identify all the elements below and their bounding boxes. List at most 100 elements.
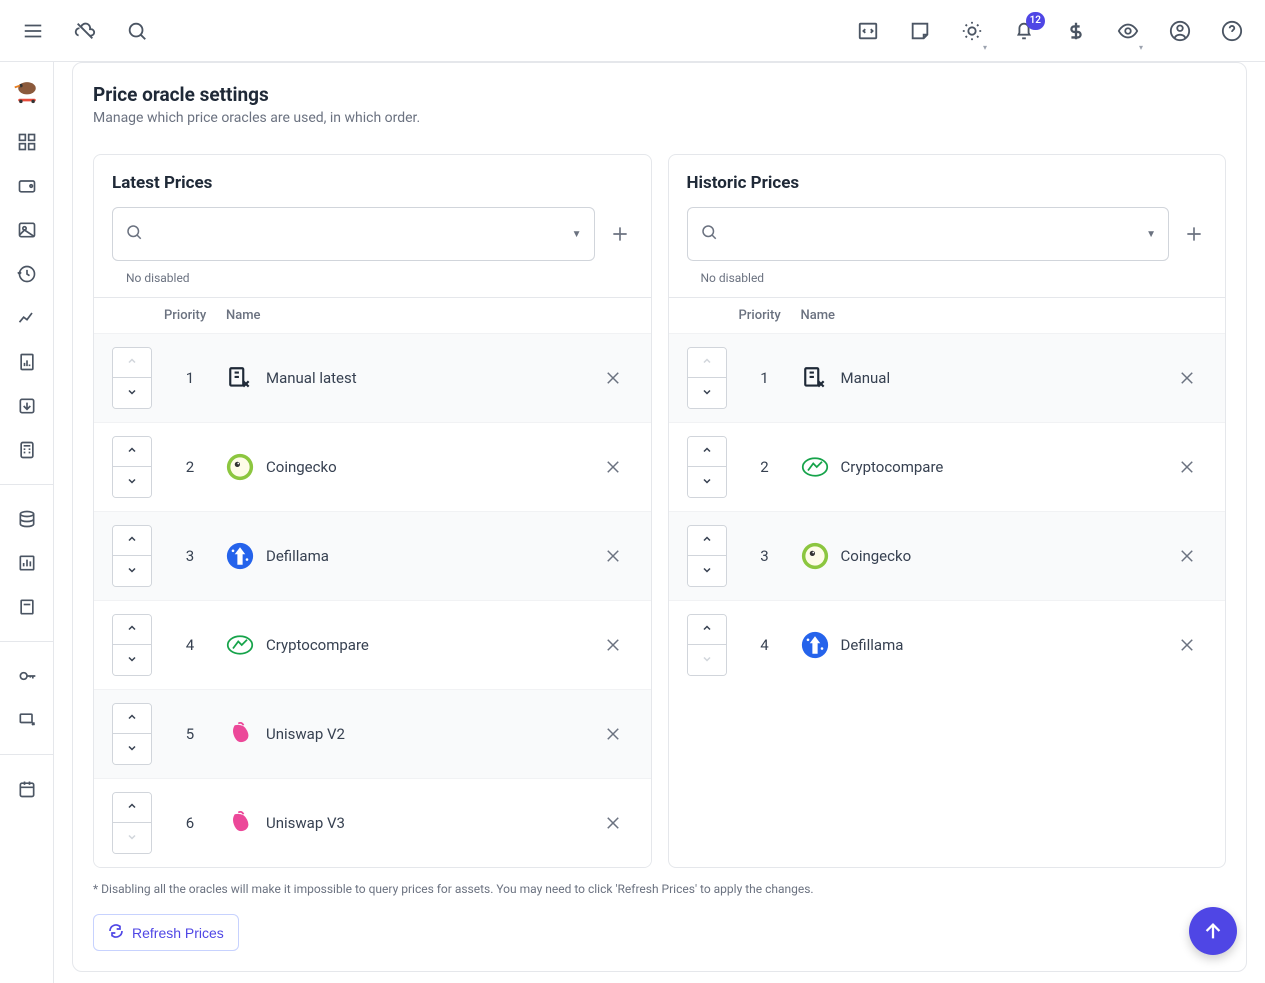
remove-oracle-button[interactable] (593, 814, 633, 832)
oracle-priority: 1 (164, 369, 216, 387)
oracle-priority: 6 (164, 814, 216, 832)
visibility-button[interactable]: ▾ (1115, 18, 1141, 44)
app-logo (13, 76, 41, 104)
move-up-button[interactable] (688, 437, 726, 467)
nav-calculator[interactable] (15, 438, 39, 462)
oracle-row: 4 Cryptocompare (94, 600, 651, 689)
nav-dashboard[interactable] (15, 130, 39, 154)
oracle-logo-icon (801, 364, 829, 392)
col-name: Name (791, 308, 1168, 323)
oracle-name: Defillama (266, 547, 329, 565)
oracle-name: Defillama (841, 636, 904, 654)
oracle-row: 5Uniswap V2 (94, 689, 651, 778)
remove-oracle-button[interactable] (593, 636, 633, 654)
move-up-button[interactable] (688, 526, 726, 556)
nav-import[interactable] (15, 394, 39, 418)
oracle-name: Cryptocompare (266, 636, 369, 654)
nav-image[interactable] (15, 218, 39, 242)
oracle-logo-icon (226, 542, 254, 570)
move-up-button[interactable] (113, 437, 151, 467)
remove-oracle-button[interactable] (1167, 547, 1207, 565)
oracle-logo-icon (801, 631, 829, 659)
oracle-name: Uniswap V2 (266, 725, 345, 743)
scroll-top-button[interactable] (1189, 907, 1237, 955)
historic-add-button[interactable] (1181, 221, 1207, 247)
move-down-button[interactable] (113, 556, 151, 586)
oracle-priority: 1 (739, 369, 791, 387)
remove-oracle-button[interactable] (1167, 369, 1207, 387)
move-down-button (113, 823, 151, 853)
oracle-row: 1 Manual latest (94, 333, 651, 422)
move-down-button[interactable] (688, 467, 726, 497)
move-up-button[interactable] (113, 615, 151, 645)
search-button[interactable] (124, 18, 150, 44)
move-up-button[interactable] (688, 615, 726, 645)
nav-book[interactable] (15, 595, 39, 619)
page-subtitle: Manage which price oracles are used, in … (93, 110, 1226, 126)
move-down-button[interactable] (113, 378, 151, 408)
nav-report[interactable] (15, 350, 39, 374)
remove-oracle-button[interactable] (1167, 636, 1207, 654)
cloud-off-icon[interactable] (72, 18, 98, 44)
notifications-button[interactable]: 12 (1011, 18, 1037, 44)
move-down-button[interactable] (688, 556, 726, 586)
move-down-button[interactable] (113, 645, 151, 675)
oracle-row: 3Coingecko (669, 511, 1226, 600)
currency-button[interactable] (1063, 18, 1089, 44)
note-button[interactable] (907, 18, 933, 44)
chevron-down-icon: ▾ (1139, 43, 1143, 52)
oracle-logo-icon (226, 809, 254, 837)
theme-button[interactable]: ▾ (959, 18, 985, 44)
oracle-priority: 4 (164, 636, 216, 654)
historic-search-select[interactable]: ▼ (687, 207, 1170, 261)
oracle-row: 4Defillama (669, 600, 1226, 689)
refresh-prices-button[interactable]: Refresh Prices (93, 914, 239, 951)
nav-device[interactable] (15, 708, 39, 732)
oracle-priority: 3 (164, 547, 216, 565)
latest-search-input[interactable] (151, 226, 564, 242)
historic-prices-panel: Historic Prices ▼ No disabled Priority (668, 154, 1227, 868)
oracle-logo-icon (801, 453, 829, 481)
move-up-button[interactable] (113, 793, 151, 823)
oracle-priority: 2 (739, 458, 791, 476)
nav-chart[interactable] (15, 306, 39, 330)
search-icon (700, 223, 718, 245)
nav-wallet[interactable] (15, 174, 39, 198)
nav-history[interactable] (15, 262, 39, 286)
latest-disabled-hint: No disabled (126, 271, 633, 285)
oracle-logo-icon (226, 364, 254, 392)
oracle-row: 2Cryptocompare (669, 422, 1226, 511)
move-up-button (113, 348, 151, 378)
dropdown-icon: ▼ (1146, 229, 1156, 240)
code-button[interactable] (855, 18, 881, 44)
nav-database[interactable] (15, 507, 39, 531)
move-down-button[interactable] (113, 467, 151, 497)
latest-prices-panel: Latest Prices ▼ No disabled Priority (93, 154, 652, 868)
move-up-button[interactable] (113, 526, 151, 556)
move-down-button[interactable] (688, 378, 726, 408)
nav-key[interactable] (15, 664, 39, 688)
nav-calendar[interactable] (15, 777, 39, 801)
oracle-logo-icon (226, 453, 254, 481)
remove-oracle-button[interactable] (1167, 458, 1207, 476)
latest-search-select[interactable]: ▼ (112, 207, 595, 261)
move-up-button[interactable] (113, 704, 151, 734)
help-button[interactable] (1219, 18, 1245, 44)
chevron-down-icon: ▾ (983, 43, 987, 52)
nav-stats[interactable] (15, 551, 39, 575)
oracle-name: Coingecko (266, 458, 337, 476)
menu-button[interactable] (20, 18, 46, 44)
remove-oracle-button[interactable] (593, 458, 633, 476)
oracle-row: 3 Defillama (94, 511, 651, 600)
remove-oracle-button[interactable] (593, 725, 633, 743)
remove-oracle-button[interactable] (593, 547, 633, 565)
account-button[interactable] (1167, 18, 1193, 44)
oracle-name: Uniswap V3 (266, 814, 345, 832)
move-down-button[interactable] (113, 734, 151, 764)
oracle-name: Manual latest (266, 369, 357, 387)
remove-oracle-button[interactable] (593, 369, 633, 387)
latest-add-button[interactable] (607, 221, 633, 247)
footnote: * Disabling all the oracles will make it… (93, 882, 1226, 896)
historic-search-input[interactable] (726, 226, 1139, 242)
oracle-row: 2Coingecko (94, 422, 651, 511)
